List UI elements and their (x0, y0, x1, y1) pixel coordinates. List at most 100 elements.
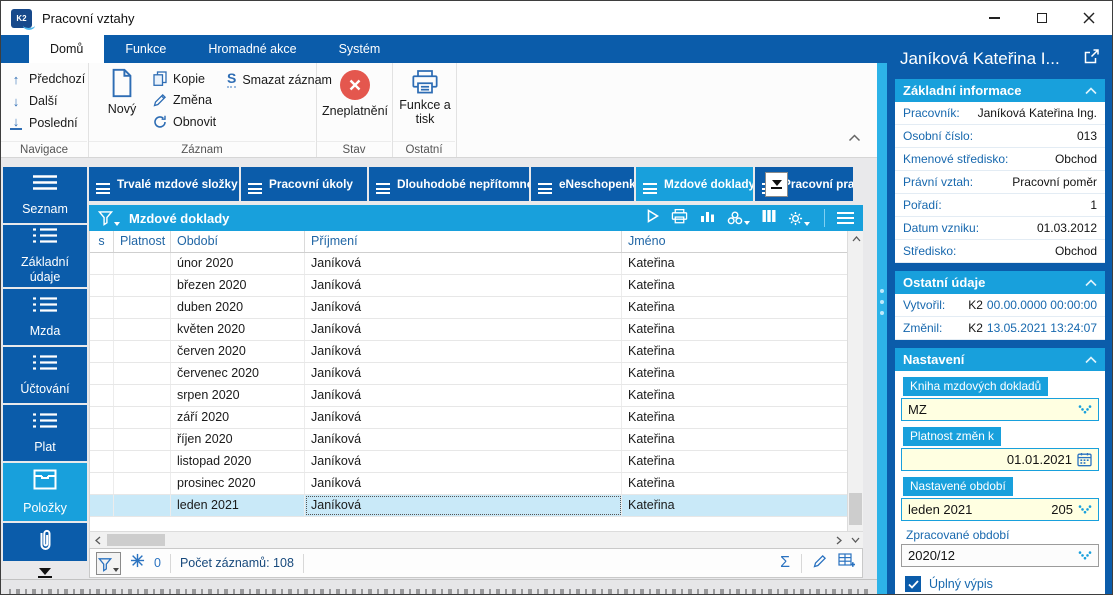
calendar-icon[interactable] (1077, 452, 1092, 467)
cell-prijmeni[interactable]: Janíková (305, 385, 622, 406)
column-header-s[interactable]: s (90, 231, 114, 252)
page-tab-pracovni-ukoly[interactable]: Pracovní úkoly (241, 167, 367, 201)
page-tab-eneschopenky[interactable]: eNeschopenky (531, 167, 634, 201)
basic-info-header[interactable]: Základní informace (895, 79, 1105, 102)
dotted-dropdown-icon[interactable] (1078, 551, 1092, 560)
cell-obdobi[interactable]: listopad 2020 (171, 451, 305, 472)
cell-jmeno[interactable]: Kateřina (622, 275, 848, 296)
table-row[interactable]: leden 2021 Janíková Kateřina (90, 495, 863, 517)
sidebar-item-seznam[interactable]: Seznam (3, 167, 87, 223)
ribbon-collapse-button[interactable] (848, 129, 861, 147)
column-header-obdobi[interactable]: Období (171, 231, 305, 252)
column-header-prijmeni[interactable]: Příjmení (305, 231, 622, 252)
period-field[interactable]: leden 2021 205 (901, 498, 1099, 521)
column-header-platnost[interactable]: Platnost (114, 231, 171, 252)
cell-s[interactable] (90, 495, 114, 516)
sidebar-item-plat[interactable]: Plat (3, 405, 87, 461)
cell-jmeno[interactable]: Kateřina (622, 495, 848, 516)
sidebar-more-button[interactable] (3, 568, 87, 578)
cell-platnost[interactable] (114, 253, 171, 274)
sum-button[interactable]: Σ (780, 555, 790, 571)
previous-button[interactable]: ↑ Předchozí (1, 68, 88, 90)
cell-s[interactable] (90, 429, 114, 450)
cell-prijmeni[interactable]: Janíková (305, 275, 622, 296)
freeze-button[interactable] (130, 553, 145, 573)
cell-jmeno[interactable]: Kateřina (622, 297, 848, 318)
cell-platnost[interactable] (114, 341, 171, 362)
cell-s[interactable] (90, 275, 114, 296)
horizontal-scroll-thumb[interactable] (107, 534, 165, 546)
cell-jmeno[interactable]: Kateřina (622, 407, 848, 428)
table-row[interactable]: duben 2020 Janíková Kateřina (90, 297, 863, 319)
settings-header[interactable]: Nastavení (895, 348, 1105, 371)
processed-field[interactable]: 2020/12 (901, 544, 1099, 567)
cell-platnost[interactable] (114, 451, 171, 472)
cell-obdobi[interactable]: prosinec 2020 (171, 473, 305, 494)
maximize-button[interactable] (1018, 1, 1065, 35)
related-data-button[interactable] (727, 211, 750, 225)
cell-obdobi[interactable]: říjen 2020 (171, 429, 305, 450)
cell-platnost[interactable] (114, 495, 171, 516)
cell-s[interactable] (90, 253, 114, 274)
edit-button[interactable] (813, 554, 827, 573)
columns-button[interactable] (762, 209, 776, 228)
cell-prijmeni[interactable]: Janíková (305, 363, 622, 384)
sidebar-item-polozky[interactable]: Položky (3, 463, 87, 521)
change-button[interactable]: Změna (153, 93, 212, 107)
next-button[interactable]: ↓ Další (1, 90, 88, 112)
close-button[interactable] (1065, 1, 1112, 35)
cell-obdobi[interactable]: červen 2020 (171, 341, 305, 362)
table-row[interactable]: prosinec 2020 Janíková Kateřina (90, 473, 863, 495)
cell-s[interactable] (90, 319, 114, 340)
cell-jmeno[interactable]: Kateřina (622, 473, 848, 494)
vertical-scroll-thumb[interactable] (849, 493, 862, 525)
table-row[interactable]: únor 2020 Janíková Kateřina (90, 253, 863, 275)
cell-prijmeni[interactable]: Janíková (305, 297, 622, 318)
cell-prijmeni[interactable]: Janíková (305, 407, 622, 428)
minimize-button[interactable] (971, 1, 1018, 35)
table-row[interactable]: červen 2020 Janíková Kateřina (90, 341, 863, 363)
table-row[interactable]: září 2020 Janíková Kateřina (90, 407, 863, 429)
cell-jmeno[interactable]: Kateřina (622, 319, 848, 340)
chart-button[interactable] (700, 209, 715, 228)
last-button[interactable]: ↓ Poslední (1, 112, 88, 134)
scroll-down-arrow[interactable] (847, 532, 863, 548)
column-header-jmeno[interactable]: Jméno (622, 231, 848, 252)
cell-s[interactable] (90, 473, 114, 494)
scroll-left-arrow[interactable] (90, 532, 106, 548)
cell-jmeno[interactable]: Kateřina (622, 253, 848, 274)
cell-prijmeni[interactable]: Janíková (305, 451, 622, 472)
cell-prijmeni[interactable]: Janíková (305, 429, 622, 450)
cell-obdobi[interactable]: leden 2021 (171, 495, 305, 516)
new-button[interactable]: Nový (97, 68, 147, 116)
ribbon-tab-hromadne-akce[interactable]: Hromadné akce (187, 35, 317, 63)
ribbon-tab-funkce[interactable]: Funkce (104, 35, 187, 63)
settings-button[interactable] (788, 211, 810, 226)
cell-platnost[interactable] (114, 319, 171, 340)
table-row[interactable]: listopad 2020 Janíková Kateřina (90, 451, 863, 473)
table-row[interactable]: březen 2020 Janíková Kateřina (90, 275, 863, 297)
functions-print-button[interactable]: Funkce a tisk (395, 69, 455, 127)
page-tab-dlouhodobe-nepritomnosti[interactable]: Dlouhodobé nepřítomnosti (369, 167, 529, 201)
table-row[interactable]: říjen 2020 Janíková Kateřina (90, 429, 863, 451)
cell-s[interactable] (90, 407, 114, 428)
cell-obdobi[interactable]: srpen 2020 (171, 385, 305, 406)
cell-s[interactable] (90, 341, 114, 362)
cell-jmeno[interactable]: Kateřina (622, 451, 848, 472)
scroll-up-arrow[interactable] (848, 231, 864, 247)
cell-jmeno[interactable]: Kateřina (622, 429, 848, 450)
cell-platnost[interactable] (114, 385, 171, 406)
filter-button[interactable] (96, 551, 121, 575)
panel-splitter[interactable] (877, 63, 887, 594)
filter-menu-button[interactable] (98, 210, 120, 226)
sidebar-item-mzda[interactable]: Mzda (3, 289, 87, 345)
cell-platnost[interactable] (114, 473, 171, 494)
vertical-scrollbar[interactable] (847, 231, 863, 531)
cell-prijmeni[interactable]: Janíková (305, 341, 622, 362)
page-tab-trvale-mzdove-slozky[interactable]: Trvalé mzdové složky (89, 167, 239, 201)
cell-s[interactable] (90, 297, 114, 318)
table-row[interactable]: květen 2020 Janíková Kateřina (90, 319, 863, 341)
cell-s[interactable] (90, 451, 114, 472)
table-row[interactable]: červenec 2020 Janíková Kateřina (90, 363, 863, 385)
cell-obdobi[interactable]: září 2020 (171, 407, 305, 428)
